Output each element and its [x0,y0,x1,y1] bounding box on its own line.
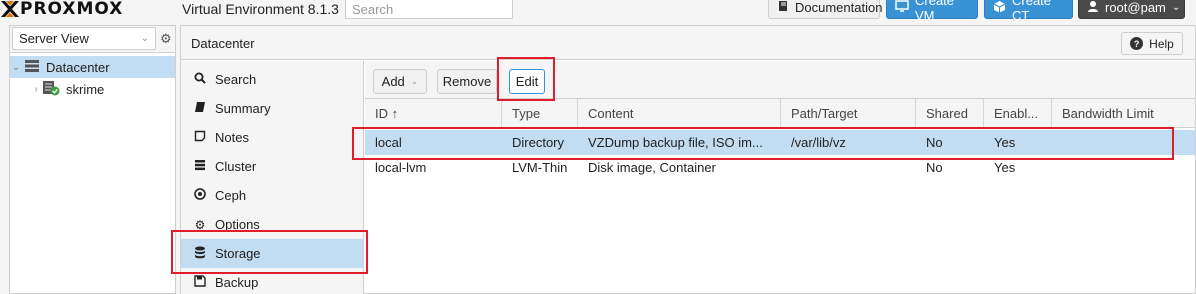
cell-path [781,155,916,180]
cell-content: Disk image, Container [588,160,716,175]
create-vm-label: Create VM [915,0,955,23]
cell-enabled: Yes [994,135,1016,150]
cell-type: Directory [512,135,565,150]
nav-label-cluster: Cluster [215,159,257,174]
table-row[interactable]: local Directory VZDump backup file, ISO … [365,130,1195,155]
chevron-down-icon: ⌄ [140,33,149,44]
cell-shared: No [926,160,943,175]
chevron-down-icon: ⌄ [410,76,419,86]
remove-button[interactable]: Remove [437,69,497,94]
server-rack-icon [24,59,40,76]
datacenter-nav: Search Summary Notes Cluster Ceph ⚙ Opti… [181,61,364,294]
column-header-enabled[interactable]: Enabl... [984,99,1052,128]
tree-label-datacenter: Datacenter [46,59,110,75]
proxmox-x-icon [1,1,19,17]
nav-label-summary: Summary [215,101,271,116]
resource-tree-panel: Server View ⌄ ⚙ ⌄ Datacenter › skrime [9,25,176,294]
logo-text: PROXMOX [20,0,124,19]
nav-label-storage: Storage [215,246,261,261]
cell-type: LVM-Thin [512,160,568,175]
help-label: Help [1149,36,1174,51]
storage-toolbar: Add ⌄ Remove Edit [365,61,1195,99]
book-icon [193,101,207,116]
user-icon [1087,0,1099,16]
edit-label: Edit [515,74,539,89]
documentation-label: Documentation [795,0,883,15]
help-button[interactable]: ? Help [1121,32,1183,55]
add-button[interactable]: Add ⌄ [373,69,427,94]
tree-item-node[interactable]: › skrime [10,78,175,100]
gear-icon: ⚙ [194,217,206,232]
proxmox-logo: PROXMOX [0,0,123,20]
chevron-right-icon[interactable]: › [30,84,42,95]
main-panel: Datacenter ? Help Search Summary Notes C… [180,25,1196,294]
cell-bandwidth [1052,130,1195,155]
nav-item-ceph[interactable]: Ceph [181,181,363,210]
table-row[interactable]: local-lvm LVM-Thin Disk image, Container… [365,155,1195,180]
add-label: Add [381,74,405,89]
column-header-type[interactable]: Type [502,99,578,128]
search-input[interactable] [345,0,513,19]
cell-enabled: Yes [994,160,1016,175]
column-header-content[interactable]: Content [578,99,781,128]
ceph-icon [193,188,207,203]
nav-item-options[interactable]: ⚙ Options [181,210,363,239]
nav-item-backup[interactable]: Backup [181,268,363,294]
version-label: Virtual Environment 8.1.3 [182,1,339,17]
cube-icon [993,0,1006,16]
cell-path: /var/lib/vz [791,135,846,150]
nav-item-cluster[interactable]: Cluster [181,152,363,181]
book-icon [777,0,789,15]
create-ct-button[interactable]: Create CT [984,0,1073,23]
documentation-button[interactable]: Documentation [768,0,883,19]
nav-label-backup: Backup [215,275,259,290]
question-circle-icon: ? [1130,37,1144,50]
cell-id: local-lvm [375,160,427,175]
column-header-path[interactable]: Path/Target [781,99,916,128]
cell-bandwidth [1052,155,1195,180]
cell-content: VZDump backup file, ISO im... [588,135,763,150]
user-label: root@pam [1105,0,1166,15]
cell-id: local [375,135,402,150]
edit-button[interactable]: Edit [509,69,545,94]
nav-label-notes: Notes [215,130,249,145]
nav-label-options: Options [215,217,260,232]
top-bar: PROXMOX Virtual Environment 8.1.3 Docume… [0,0,1196,23]
tree-label-node: skrime [66,81,105,97]
chevron-down-icon: ⌄ [1171,2,1181,13]
monitor-icon [895,0,909,15]
gear-icon[interactable]: ⚙ [160,31,172,47]
server-icon [193,159,207,174]
note-icon [193,130,207,145]
column-header-bandwidth[interactable]: Bandwidth Limit [1052,99,1195,128]
column-header-id[interactable]: ID ↑ [365,99,502,128]
chevron-down-icon[interactable]: ⌄ [10,62,22,73]
column-header-shared[interactable]: Shared [916,99,984,128]
storage-table-header: ID ↑ Type Content Path/Target Shared Ena… [365,99,1195,128]
database-icon [193,246,207,262]
remove-label: Remove [442,74,492,89]
nav-label-search: Search [215,72,257,87]
page-title: Datacenter [191,36,255,51]
view-selector-bar: Server View ⌄ ⚙ [10,26,175,53]
nav-label-ceph: Ceph [215,188,247,203]
main-header: Datacenter ? Help [181,26,1195,60]
nav-item-search[interactable]: Search [181,65,363,94]
floppy-icon [193,275,207,290]
view-select-value: Server View [19,31,89,46]
tree-item-datacenter[interactable]: ⌄ Datacenter [10,56,175,78]
nav-item-summary[interactable]: Summary [181,94,363,123]
create-ct-label: Create CT [1012,0,1052,23]
search-icon [193,72,207,87]
nav-item-storage[interactable]: Storage [181,239,363,268]
nav-item-notes[interactable]: Notes [181,123,363,152]
node-icon [42,80,60,99]
view-select[interactable]: Server View ⌄ [12,27,156,50]
cell-shared: No [926,135,943,150]
create-vm-button[interactable]: Create VM [886,0,978,23]
user-menu-button[interactable]: root@pam ⌄ [1078,0,1185,19]
